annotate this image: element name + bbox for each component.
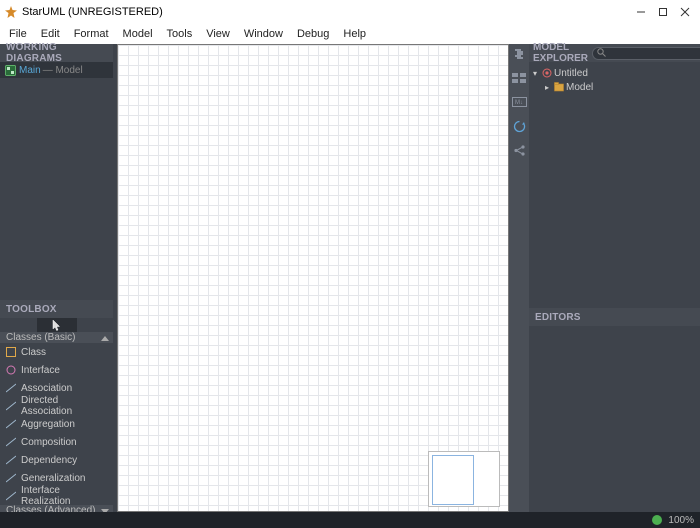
minimize-button[interactable] xyxy=(630,2,652,22)
toolbox-item-label: Dependency xyxy=(21,455,77,466)
markdown-icon[interactable]: M↓ xyxy=(511,94,527,110)
menu-window[interactable]: Window xyxy=(237,26,290,42)
toolbox-header: TOOLBOX xyxy=(0,300,113,318)
toolbox-item[interactable]: Composition xyxy=(0,433,113,451)
menu-tools[interactable]: Tools xyxy=(160,26,200,42)
project-icon xyxy=(541,68,552,79)
statusbar: 100% xyxy=(0,512,700,528)
tool-icon xyxy=(6,455,16,465)
toolbox-group-basic-label: Classes (Basic) xyxy=(6,332,75,343)
tool-icon xyxy=(6,383,16,393)
close-button[interactable] xyxy=(674,2,696,22)
working-diagrams-header: WORKING DIAGRAMS xyxy=(0,44,113,62)
minimap-viewport[interactable] xyxy=(432,455,474,505)
titlebar: StarUML (UNREGISTERED) xyxy=(0,0,700,24)
working-diagram-owner: — Model xyxy=(43,65,83,76)
toolbox-group-advanced[interactable]: Classes (Advanced) xyxy=(0,505,113,512)
toolbox-item[interactable]: Dependency xyxy=(0,451,113,469)
chevron-up-icon xyxy=(101,336,109,341)
working-diagram-name: Main xyxy=(19,65,41,76)
menu-file[interactable]: File xyxy=(2,26,34,42)
expander-icon[interactable]: ▸ xyxy=(543,83,551,91)
toolbox-item[interactable]: Class xyxy=(0,343,113,361)
minimap[interactable] xyxy=(428,451,500,507)
model-explorer-search[interactable] xyxy=(592,47,700,60)
toolbox-group-basic[interactable]: Classes (Basic) xyxy=(0,332,113,343)
model-explorer-search-input[interactable] xyxy=(609,48,700,59)
tool-icon xyxy=(6,347,16,357)
pointer-tool[interactable] xyxy=(37,318,77,332)
maximize-button[interactable] xyxy=(652,2,674,22)
expander-icon[interactable]: ▾ xyxy=(531,69,539,77)
zoom-level[interactable]: 100% xyxy=(668,515,694,526)
tool-icon xyxy=(6,401,16,411)
menu-model[interactable]: Model xyxy=(116,26,160,42)
toolbox-item-label: Interface xyxy=(21,365,60,376)
model-explorer-header: MODEL EXPLORER xyxy=(529,44,700,62)
menu-format[interactable]: Format xyxy=(67,26,116,42)
right-column: MODEL EXPLORER ▾ Untitled ▸ Model xyxy=(529,44,700,512)
refresh-icon[interactable] xyxy=(511,118,527,134)
model-explorer-tree: ▾ Untitled ▸ Model xyxy=(529,62,700,308)
right-toolstrip: M↓ xyxy=(509,44,529,512)
toolbox-item[interactable]: Interface xyxy=(0,361,113,379)
diagram-canvas-area xyxy=(113,44,509,512)
tree-row-root[interactable]: ▾ Untitled xyxy=(531,66,698,80)
left-column: WORKING DIAGRAMS Main — Model TOOLBOX Cl… xyxy=(0,44,113,512)
toolbox-item-label: Aggregation xyxy=(21,419,75,430)
status-ok-icon[interactable] xyxy=(652,515,662,525)
diagram-icon xyxy=(4,64,16,76)
editors-panel xyxy=(529,326,700,512)
toolbox-item[interactable]: Aggregation xyxy=(0,415,113,433)
app-logo-icon xyxy=(4,5,18,19)
menubar: File Edit Format Model Tools View Window… xyxy=(0,24,700,44)
workbench: WORKING DIAGRAMS Main — Model TOOLBOX Cl… xyxy=(0,44,700,512)
toolbox-item-label: Directed Association xyxy=(21,395,107,417)
working-diagram-item[interactable]: Main — Model xyxy=(0,62,113,78)
editors-header: EDITORS xyxy=(529,308,700,326)
tree-root-label: Untitled xyxy=(554,68,588,79)
toolbox-pointer-row xyxy=(0,318,113,332)
menu-help[interactable]: Help xyxy=(336,26,373,42)
toolbox-item-label: Class xyxy=(21,347,46,358)
window-title: StarUML (UNREGISTERED) xyxy=(22,6,630,18)
menu-view[interactable]: View xyxy=(199,26,237,42)
tree-model-label: Model xyxy=(566,82,593,93)
tool-icon xyxy=(6,491,16,501)
toolbox-group-advanced-label: Classes (Advanced) xyxy=(6,505,95,512)
tool-icon xyxy=(6,437,16,447)
model-icon xyxy=(553,82,564,93)
toolbox-item[interactable]: Directed Association xyxy=(0,397,113,415)
menu-edit[interactable]: Edit xyxy=(34,26,67,42)
search-icon xyxy=(597,48,606,59)
tree-row-model[interactable]: ▸ Model xyxy=(531,80,698,94)
tool-icon xyxy=(6,473,16,483)
toolbox-item-label: Composition xyxy=(21,437,77,448)
diagram-canvas[interactable] xyxy=(117,44,509,512)
model-explorer-title: MODEL EXPLORER xyxy=(533,42,588,64)
menu-debug[interactable]: Debug xyxy=(290,26,336,42)
toolbox-panel: Classes (Basic) Class Interface Associatio… xyxy=(0,318,113,512)
chevron-down-icon xyxy=(101,509,109,512)
working-diagrams-panel: Main — Model xyxy=(0,62,113,300)
tool-icon xyxy=(6,365,16,375)
extension-icon[interactable] xyxy=(511,46,527,62)
toolbox-item-label: Interface Realization xyxy=(21,485,107,507)
share-icon[interactable] xyxy=(511,142,527,158)
toolbox-item[interactable]: Interface Realization xyxy=(0,487,113,505)
toolbox-item-label: Association xyxy=(21,383,72,394)
svg-text:M↓: M↓ xyxy=(515,100,523,106)
toolbox-item-label: Generalization xyxy=(21,473,85,484)
diagram-thumbnails-icon[interactable] xyxy=(511,70,527,86)
tool-icon xyxy=(6,419,16,429)
